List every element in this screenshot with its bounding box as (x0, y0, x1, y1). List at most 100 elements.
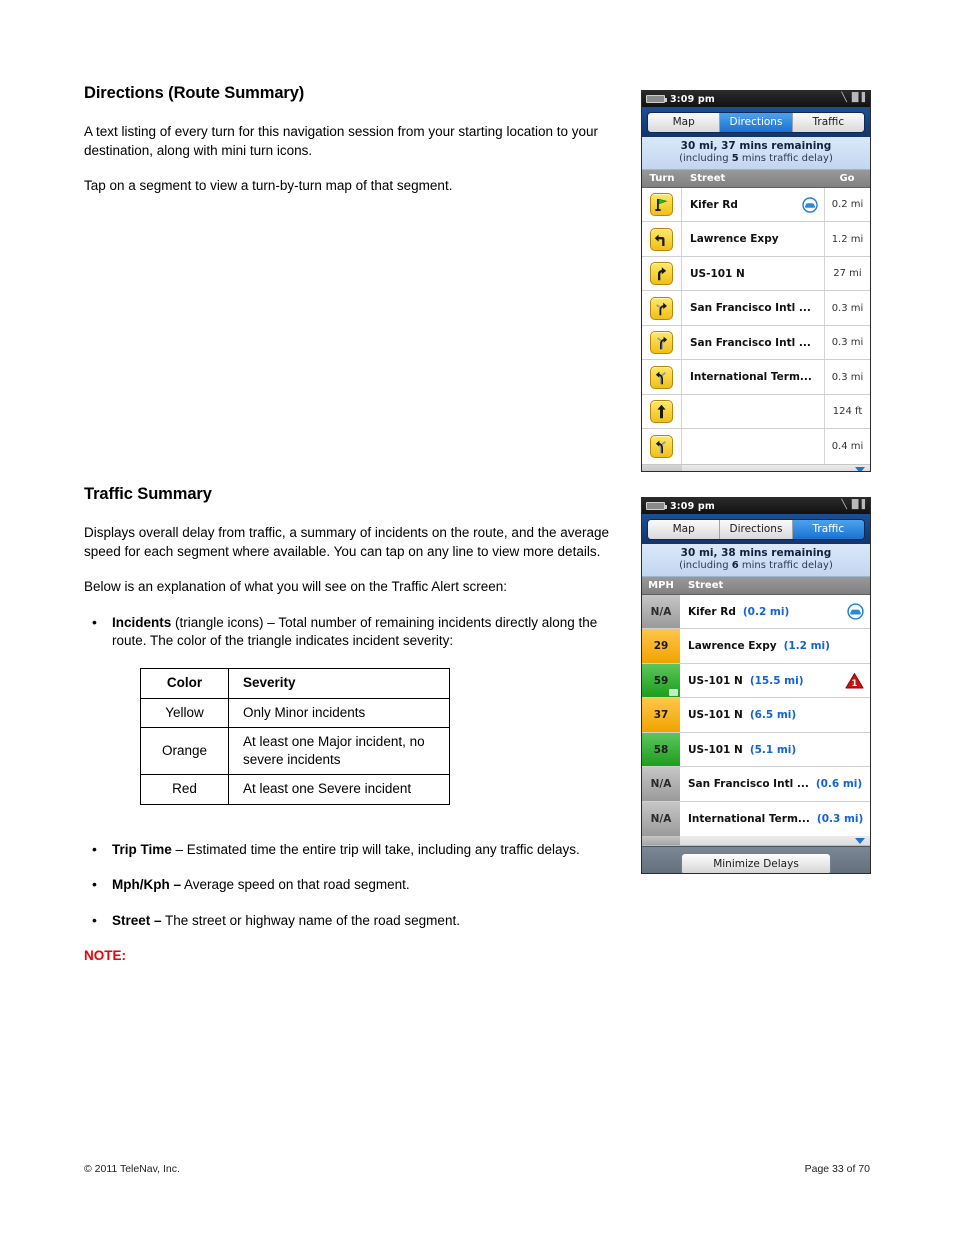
bottom-button-bar: Minimize Delays (642, 846, 870, 873)
tab-map[interactable]: Map (648, 519, 721, 539)
directions-paragraph-2: Tap on a segment to view a turn-by-turn … (84, 178, 453, 194)
street-name: US-101 N (682, 257, 824, 291)
street-label: International Term... (690, 371, 812, 384)
document-body: Directions (Route Summary) A text listin… (84, 84, 624, 963)
tab-bar: Map Directions Traffic (642, 514, 870, 544)
tab-traffic[interactable]: Traffic (792, 519, 864, 539)
incidents-bullet-list: Incidents (triangle icons) – Total numbe… (84, 613, 624, 651)
turn-icon-cell (642, 325, 682, 360)
delay-pre: (including (679, 559, 732, 571)
delay-post: mins traffic delay) (738, 152, 833, 164)
table-row[interactable]: International Term... 0.3 mi (642, 360, 870, 395)
bullet-trip-time-lead: Trip Time (112, 841, 172, 857)
severity-desc-yellow: Only Minor incidents (228, 697, 450, 729)
scroll-stub (642, 836, 680, 846)
table-row[interactable]: 0.4 mi (642, 429, 870, 464)
distance-to-go: 0.3 mi (824, 360, 870, 394)
street-label: Kifer Rd (690, 198, 738, 211)
tab-map[interactable]: Map (648, 112, 721, 132)
table-row[interactable]: N/A Kifer Rd (0.2 mi) (642, 594, 870, 630)
speed-value: 59 (653, 674, 669, 687)
street-label: Lawrence Expy (690, 233, 779, 246)
delay-minutes: 6 (731, 559, 739, 571)
minimize-delays-button[interactable]: Minimize Delays (681, 852, 831, 873)
scroll-indicator[interactable] (642, 463, 870, 471)
severity-color-red: Red (140, 774, 229, 805)
tab-directions[interactable]: Directions (720, 112, 793, 132)
street-label: San Francisco Intl ... (688, 778, 809, 791)
street-name: San Francisco Intl ... (682, 291, 824, 325)
segment-distance: (6.5 mi) (749, 709, 797, 722)
bullet-mph-kph: Mph/Kph – Average speed on that road seg… (84, 875, 624, 895)
bullet-incidents-lead: Incidents (112, 614, 172, 630)
table-row[interactable]: 29 Lawrence Expy (1.2 mi) (642, 629, 870, 664)
spacer-directions (84, 213, 624, 485)
severity-table: Color Severity Yellow Only Minor inciden… (140, 668, 450, 805)
signal-icon: ╲ (841, 500, 847, 510)
column-header-street: Street (690, 172, 726, 184)
status-right-icons: ╲ █▐ (842, 500, 866, 510)
table-row: Yellow Only Minor incidents (140, 697, 450, 729)
table-row[interactable]: 59 US-101 N (15.5 mi) 1 (642, 663, 870, 699)
car-position-icon (802, 197, 818, 213)
bullet-street-lead: Street – (112, 912, 162, 928)
table-row[interactable]: San Francisco Intl ... 0.3 mi (642, 291, 870, 326)
table-row[interactable]: 37 US-101 N (6.5 mi) (642, 698, 870, 733)
speed-badge: 59 (642, 663, 680, 698)
bullet-trip-time: Trip Time – Estimated time the entire tr… (84, 840, 624, 860)
distance-to-go: 1.2 mi (824, 222, 870, 256)
drag-handle-icon[interactable] (669, 689, 678, 697)
distance-to-go: 27 mi (824, 256, 870, 291)
turn-icon-cell (642, 256, 682, 291)
note-label: NOTE: (84, 947, 126, 963)
bullet-mph-kph-lead: Mph/Kph – (112, 877, 181, 893)
turn-icon-cell (642, 429, 682, 464)
network-icon: █▐ (851, 93, 865, 103)
street-cell: US-101 N (6.5 mi) (680, 698, 870, 732)
speed-badge: N/A (642, 767, 680, 801)
column-header-row: MPH Street (642, 576, 870, 595)
scroll-indicator[interactable] (642, 836, 870, 847)
bullet-incidents: Incidents (triangle icons) – Total numbe… (84, 613, 624, 651)
distance-to-go: 0.2 mi (824, 187, 870, 222)
table-row[interactable]: 58 US-101 N (5.1 mi) (642, 732, 870, 768)
table-row[interactable]: Lawrence Expy 1.2 mi (642, 222, 870, 257)
table-row[interactable]: 124 ft (642, 394, 870, 430)
street-cell: Kifer Rd (0.2 mi) (680, 595, 870, 629)
column-header-go: Go (839, 172, 855, 184)
delay-pre: (including (679, 152, 732, 164)
distance-to-go: 0.3 mi (824, 325, 870, 360)
tab-traffic[interactable]: Traffic (792, 112, 864, 132)
table-header-row: Color Severity (140, 668, 450, 699)
route-summary-bar: 30 mi, 38 mins remaining (including 6 mi… (642, 544, 870, 577)
incident-triangle-icon[interactable]: 1 (845, 672, 870, 690)
status-right-icons: ╲ █▐ (842, 93, 866, 103)
table-row[interactable]: N/A San Francisco Intl ... (0.6 mi) (642, 767, 870, 802)
route-summary-bar: 30 mi, 37 mins remaining (including 5 mi… (642, 137, 870, 170)
turn-icon-cell (642, 291, 682, 325)
table-row[interactable]: US-101 N 27 mi (642, 256, 870, 292)
segment-distance: (15.5 mi) (749, 674, 804, 687)
street-name (682, 395, 824, 429)
bullet-street: Street – The street or highway name of t… (84, 911, 624, 931)
status-bar: 3:09 pm ╲ █▐ (642, 91, 870, 107)
scroll-stub (642, 464, 682, 471)
street-name: Lawrence Expy (682, 222, 824, 256)
table-row[interactable]: N/A International Term... (0.3 mi) (642, 801, 870, 837)
street-cell: International Term... (0.3 mi) (680, 802, 870, 837)
street-name: Kifer Rd (682, 188, 824, 222)
route-summary-distance-time: 30 mi, 37 mins remaining (680, 140, 832, 152)
footer-page-number: Page 33 of 70 (804, 1163, 870, 1175)
segment-distance: (1.2 mi) (783, 640, 830, 653)
severity-color-yellow: Yellow (140, 697, 229, 729)
delay-minutes: 5 (731, 152, 739, 164)
street-label: US-101 N (688, 743, 743, 756)
route-summary-delay: (including 5 mins traffic delay) (644, 153, 868, 165)
tab-directions[interactable]: Directions (720, 519, 793, 539)
table-header-severity: Severity (228, 668, 450, 699)
bullet-mph-kph-rest: Average speed on that road segment. (181, 877, 410, 893)
street-label: San Francisco Intl ... (690, 302, 811, 315)
tab-group: Map Directions Traffic (647, 111, 865, 133)
table-row[interactable]: Kifer Rd 0.2 mi (642, 187, 870, 223)
table-row[interactable]: San Francisco Intl ... 0.3 mi (642, 325, 870, 361)
